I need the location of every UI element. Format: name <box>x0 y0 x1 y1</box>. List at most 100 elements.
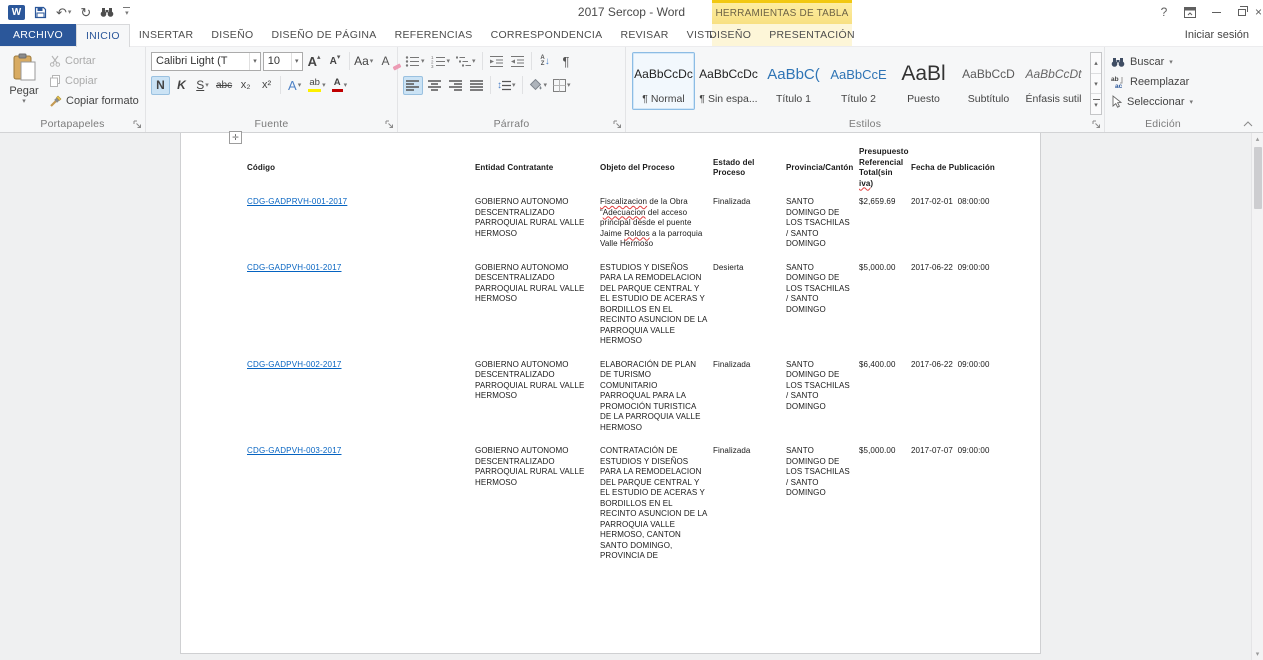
styles-scroll-up-button[interactable]: ▴ <box>1091 53 1101 74</box>
tab-insertar[interactable]: INSERTAR <box>130 24 203 46</box>
shading-button[interactable]: ▾ <box>527 76 550 95</box>
format-painter-button[interactable]: Copiar formato <box>46 92 142 110</box>
subscript-button[interactable]: x₂ <box>236 76 255 95</box>
tab-archivo[interactable]: ARCHIVO <box>0 24 76 46</box>
font-color-button[interactable]: A ▾ <box>330 76 350 95</box>
find-qat-button[interactable] <box>100 6 114 18</box>
style-sin-espaciado[interactable]: AaBbCcDc ¶ Sin espa... <box>697 52 760 110</box>
scroll-down-icon[interactable]: ▾ <box>1252 648 1263 660</box>
paste-button[interactable]: Pegar ▾ <box>2 49 46 115</box>
italic-button[interactable]: K <box>172 76 191 95</box>
strikethrough-button[interactable]: abc <box>214 76 234 95</box>
multilevel-list-button[interactable]: ▾ <box>454 52 478 71</box>
align-left-button[interactable] <box>403 76 423 95</box>
fuente-dialog-launcher[interactable] <box>385 120 394 129</box>
estilos-dialog-launcher[interactable] <box>1092 120 1101 129</box>
find-button[interactable]: Buscar ▾ <box>1107 52 1219 71</box>
table-cell: CONTRATACIÓN DE ESTUDIOS Y DISEÑOS PARA … <box>600 446 713 575</box>
process-code-link[interactable]: CDG-GADPVH-001-2017 <box>247 263 342 272</box>
font-name-combo[interactable]: Calibri Light (T ▾ <box>151 52 261 71</box>
tab-referencias[interactable]: REFERENCIAS <box>386 24 482 46</box>
change-case-button[interactable]: Aa ▾ <box>353 52 374 71</box>
numbering-button[interactable]: 123 ▾ <box>429 52 453 71</box>
process-code-link[interactable]: CDG-GADPVH-002-2017 <box>247 360 342 369</box>
parrafo-dialog-launcher[interactable] <box>613 120 622 129</box>
scrollbar-thumb[interactable] <box>1254 147 1262 209</box>
justify-button[interactable] <box>467 76 486 95</box>
increase-indent-button[interactable] <box>508 52 527 71</box>
scroll-up-icon[interactable]: ▴ <box>1252 133 1263 145</box>
minimize-button[interactable] <box>1203 1 1229 23</box>
table-cell: Finalizada <box>713 360 786 447</box>
borders-button[interactable]: ▾ <box>551 76 573 95</box>
table-move-handle[interactable]: ✛ <box>229 131 242 144</box>
style-puesto[interactable]: AaBl Puesto <box>892 52 955 110</box>
collapse-ribbon-button[interactable] <box>1243 121 1253 127</box>
vertical-scrollbar[interactable]: ▴ ▾ <box>1251 133 1263 660</box>
tab-revisar[interactable]: REVISAR <box>611 24 677 46</box>
process-code-link[interactable]: CDG-GADPRVH-001-2017 <box>247 197 347 206</box>
font-size-combo[interactable]: 10 ▾ <box>263 52 303 71</box>
tab-inicio[interactable]: INICIO <box>76 24 130 47</box>
cell-codigo: CDG-GADPRVH-001-2017 <box>247 197 475 263</box>
table-row: CDG-GADPVH-002-2017GOBIERNO AUTONOMO DES… <box>247 360 1031 447</box>
find-label: Buscar <box>1130 56 1164 68</box>
grow-font-button[interactable]: A ▴ <box>305 52 324 71</box>
qat-more-bar <box>123 7 130 8</box>
line-spacing-button[interactable]: ↕ ▾ <box>495 76 518 95</box>
document-table: Código Entidad Contratante Objeto del Pr… <box>247 143 1031 575</box>
cut-button[interactable]: Cortar <box>46 52 142 70</box>
portapapeles-dialog-launcher[interactable] <box>133 120 142 129</box>
style-normal[interactable]: AaBbCcDc ¶ Normal <box>632 52 695 110</box>
word-app-icon[interactable]: W <box>8 5 25 20</box>
decrease-indent-button[interactable] <box>487 52 506 71</box>
align-right-button[interactable] <box>446 76 465 95</box>
copy-button[interactable]: Copiar <box>46 72 142 90</box>
select-label: Seleccionar <box>1127 96 1184 108</box>
style-titulo-1[interactable]: AaBbC( Título 1 <box>762 52 825 110</box>
shrink-font-button[interactable]: A ▾ <box>326 52 345 71</box>
underline-button[interactable]: S ▾ <box>193 76 212 95</box>
document-page[interactable]: ✛ Código Entidad Contratante Objeto del … <box>180 133 1041 654</box>
header-estado: Estado del Proceso <box>713 143 786 197</box>
align-center-button[interactable] <box>425 76 444 95</box>
select-button[interactable]: Seleccionar ▾ <box>1107 92 1219 111</box>
save-button[interactable] <box>34 6 47 19</box>
bullets-button[interactable]: ▾ <box>403 52 427 71</box>
show-marks-button[interactable]: ¶ <box>557 52 576 71</box>
sign-in-link[interactable]: Iniciar sesión <box>1185 29 1263 41</box>
tab-tabla-presentacion[interactable]: PRESENTACIÓN <box>760 24 864 46</box>
restore-button[interactable] <box>1229 1 1255 23</box>
tab-tabla-diseno[interactable]: DISEÑO <box>700 24 760 46</box>
undo-button[interactable]: ↶ ▾ <box>56 6 71 19</box>
cell-codigo: CDG-GADPVH-001-2017 <box>247 263 475 360</box>
styles-more-button[interactable]: ▾ <box>1091 94 1101 114</box>
tab-correspondencia[interactable]: CORRESPONDENCIA <box>482 24 612 46</box>
process-code-link[interactable]: CDG-GADPVH-003-2017 <box>247 446 342 455</box>
styles-more-caret-icon: ▾ <box>1094 101 1098 109</box>
tab-diseno-de-pagina[interactable]: DISEÑO DE PÁGINA <box>262 24 385 46</box>
close-button[interactable]: × <box>1255 1 1263 23</box>
replace-button[interactable]: ab ac Reemplazar <box>1107 72 1219 91</box>
bold-button[interactable]: N <box>151 76 170 95</box>
style-titulo-2[interactable]: AaBbCcE Título 2 <box>827 52 890 110</box>
styles-scroll-down-button[interactable]: ▾ <box>1091 74 1101 95</box>
sort-button[interactable]: A Z ↓ <box>536 52 555 71</box>
help-button[interactable]: ? <box>1151 1 1177 23</box>
style-subtitulo[interactable]: AaBbCcD Subtítulo <box>957 52 1020 110</box>
window-controls: ? × <box>1151 0 1263 24</box>
text-effects-button[interactable]: A ▾ <box>285 76 304 95</box>
table-cell: SANTO DOMINGO DE LOS TSACHILAS / SANTO D… <box>786 263 859 360</box>
line-spacing-lines-icon <box>502 80 511 91</box>
superscript-button[interactable]: x² <box>257 76 276 95</box>
highlight-button[interactable]: ab ▾ <box>306 76 328 95</box>
ribbon-display-options-button[interactable] <box>1177 1 1203 23</box>
clear-formatting-button[interactable]: A <box>376 52 395 71</box>
move-cross-icon: ✛ <box>232 133 239 142</box>
style-enfasis-sutil[interactable]: AaBbCcDt Énfasis sutil <box>1022 52 1085 110</box>
title-bar: W ↶ ▾ ↻ <box>0 0 1263 24</box>
table-header-row: Código Entidad Contratante Objeto del Pr… <box>247 143 1031 197</box>
customize-qat-button[interactable]: ▾ <box>123 7 130 17</box>
tab-diseno[interactable]: DISEÑO <box>202 24 262 46</box>
redo-button[interactable]: ↻ <box>80 6 91 19</box>
